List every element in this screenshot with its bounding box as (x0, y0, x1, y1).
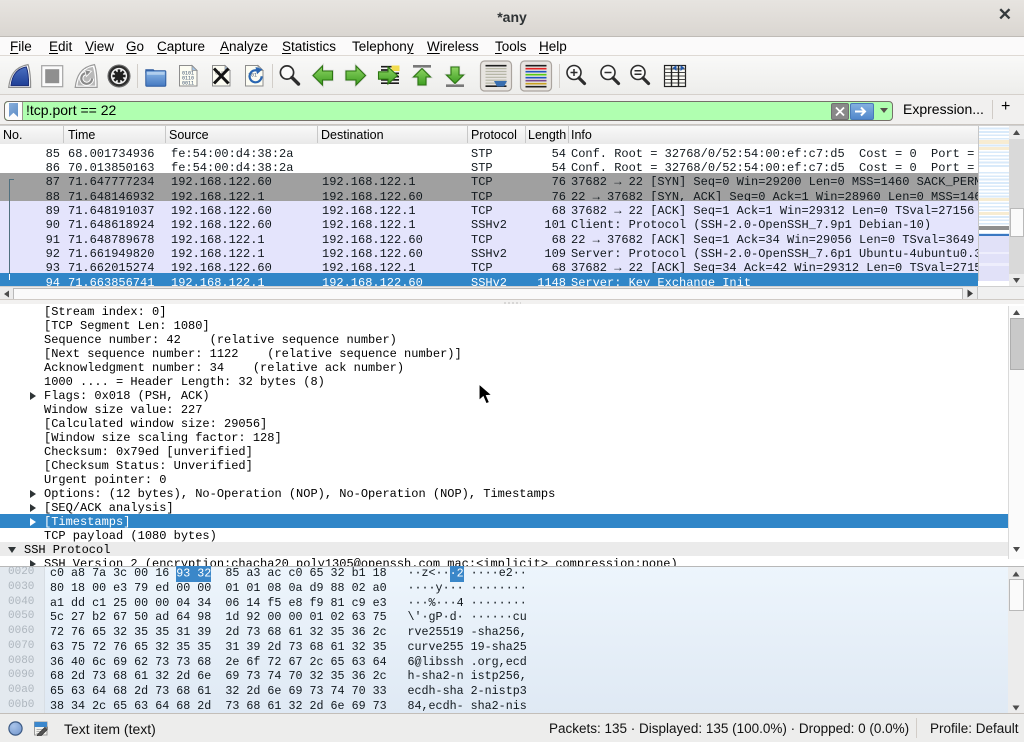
svg-text:0011: 0011 (182, 81, 194, 87)
